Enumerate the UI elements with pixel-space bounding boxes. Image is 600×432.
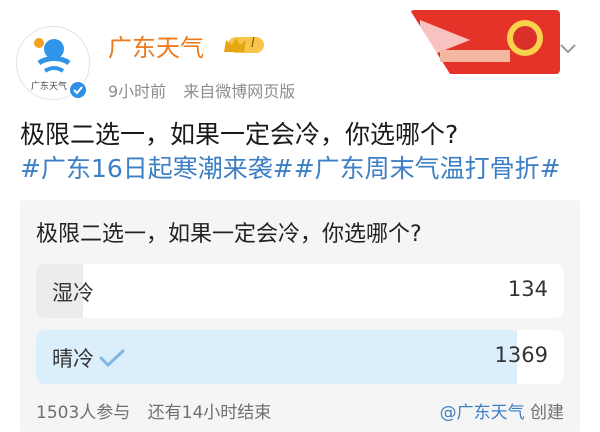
poll-option-count: 134 [507,277,548,301]
poll-option-wet-cold[interactable]: 湿冷 134 [36,264,564,318]
poll-option-sunny-cold[interactable]: 晴冷 1369 [36,330,564,384]
vip-crown-icon[interactable]: I [222,34,266,56]
vip-level: I [251,36,255,51]
poll-remaining: 还有14小时结束 [147,403,272,423]
poll-creator-suffix: 创建 [530,403,564,423]
poll-participants: 1503人参与 [36,403,131,423]
checkmark-icon [99,349,125,368]
post-time[interactable]: 9小时前 [108,82,166,101]
chevron-down-icon[interactable] [558,38,578,58]
post-text: 极限二选一，如果一定会冷，你选哪个? [20,120,459,149]
verified-icon [68,80,88,100]
poll-option-label: 晴冷 [52,347,94,371]
post-body: 极限二选一，如果一定会冷，你选哪个? #广东16日起寒潮来袭##广东周末气温打骨… [20,118,580,186]
poll-option-count: 1369 [494,343,548,367]
post-header: 广东天气 广东天气 I 9小时前 来自微博网页版 [0,0,600,112]
author-name[interactable]: 广东天气 [108,28,204,63]
post-meta: 9小时前 来自微博网页版 [108,78,307,102]
poll-creator: @广东天气 创建 [440,398,564,423]
poll-question: 极限二选一，如果一定会冷，你选哪个? [36,222,422,247]
poll-stats: 1503人参与 还有14小时结束 [36,398,283,423]
poll-card: 极限二选一，如果一定会冷，你选哪个? 湿冷 134 晴冷 1369 1503人参… [20,200,580,432]
poll-option-label: 湿冷 [52,281,94,305]
post-source: 来自微博网页版 [183,82,296,101]
banner-image [410,10,560,74]
avatar-caption: 广东天气 [31,82,68,92]
post-hashtags[interactable]: #广东16日起寒潮来袭##广东周末气温打骨折# [20,152,580,186]
poll-creator-handle[interactable]: @广东天气 [440,403,525,423]
